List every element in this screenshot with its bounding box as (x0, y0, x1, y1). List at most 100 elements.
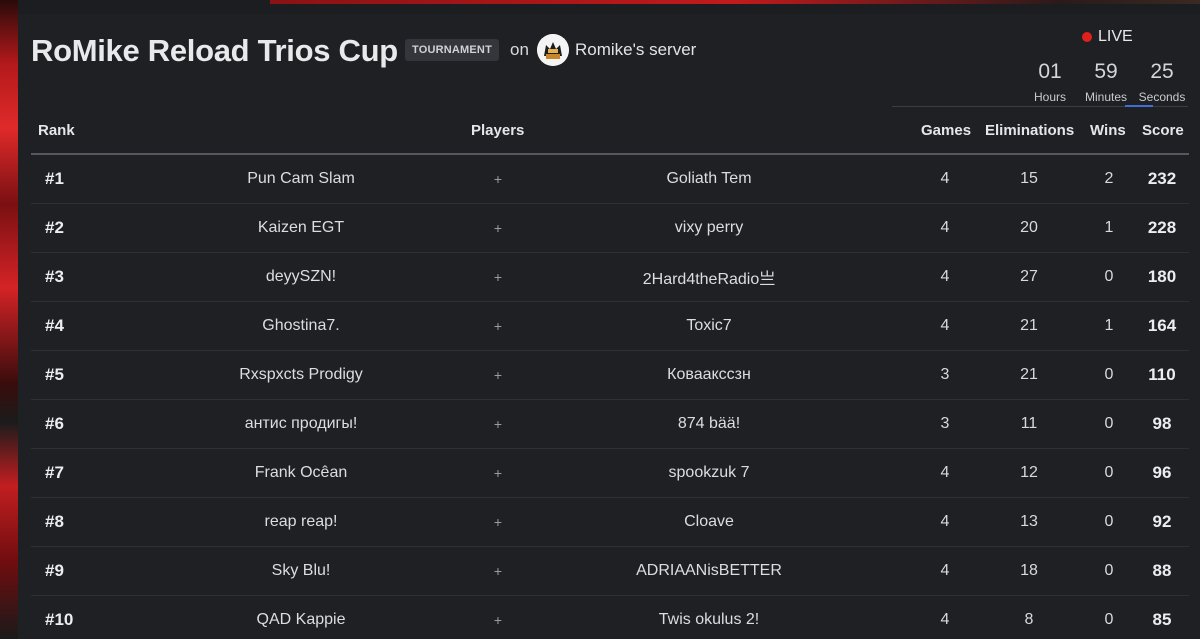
countdown-hours: 01 Hours (1030, 60, 1070, 104)
column-header-rank: Rank (38, 122, 75, 139)
rank-cell: #3 (45, 267, 64, 286)
player-one-name[interactable]: Frank Ocêan (201, 449, 401, 497)
player-one-name[interactable]: Rxspxcts Prodigy (201, 351, 401, 399)
column-header-wins: Wins (1090, 122, 1126, 139)
eliminations-cell: 21 (1020, 317, 1038, 334)
score-cell: 180 (1147, 267, 1177, 286)
player-two-name[interactable]: vixy perry (609, 204, 809, 252)
wins-cell: 0 (1104, 513, 1114, 530)
on-label: on (510, 40, 529, 59)
player-one-name[interactable]: Sky Blu! (201, 547, 401, 595)
games-cell: 4 (940, 317, 950, 334)
player-one-name[interactable]: Pun Cam Slam (201, 155, 401, 203)
table-row[interactable]: #4 Ghostina7. + Toxic7 4 21 1 164 (31, 302, 1189, 351)
player-two-name[interactable]: Toxic7 (609, 302, 809, 350)
rank-cell: #6 (45, 414, 64, 433)
table-row[interactable]: #7 Frank Ocêan + spookzuk 7 4 12 0 96 (31, 449, 1189, 498)
player-two-name[interactable]: Twis okulus 2! (609, 596, 809, 639)
table-row[interactable]: #10 QAD Kappie + Twis okulus 2! 4 8 0 85 (31, 596, 1189, 639)
eliminations-cell: 11 (1020, 415, 1038, 432)
games-cell: 4 (940, 170, 950, 187)
games-cell: 4 (940, 219, 950, 236)
page-title: RoMike Reload Trios Cup (31, 33, 398, 68)
table-row[interactable]: #9 Sky Blu! + ADRIAANisBETTER 4 18 0 88 (31, 547, 1189, 596)
plus-separator: + (493, 514, 503, 530)
wins-cell: 1 (1104, 317, 1114, 334)
background-top-strip (270, 0, 1200, 4)
player-one-name[interactable]: Ghostina7. (201, 302, 401, 350)
countdown-accent (1125, 105, 1153, 107)
server-logo-icon[interactable] (537, 34, 569, 66)
wins-cell: 0 (1104, 415, 1114, 432)
column-header-eliminations: Eliminations (985, 122, 1075, 139)
table-row[interactable]: #1 Pun Cam Slam + Goliath Tem 4 15 2 232 (31, 155, 1189, 204)
wins-cell: 0 (1104, 464, 1114, 481)
games-cell: 3 (940, 366, 950, 383)
player-two-name[interactable]: spookzuk 7 (609, 449, 809, 497)
rank-cell: #10 (45, 610, 74, 629)
column-header-players: Players (471, 122, 525, 139)
eliminations-cell: 18 (1020, 562, 1038, 579)
player-two-name[interactable]: ADRIAANisBETTER (609, 547, 809, 595)
countdown-minutes-label: Minutes (1084, 90, 1128, 104)
table-row[interactable]: #3 deyySZN! +2Hard4theRadio亗 4 27 0 180 (31, 253, 1189, 302)
server-name-link[interactable]: Romike's server (575, 40, 696, 60)
games-cell: 4 (940, 611, 950, 628)
eliminations-cell: 12 (1020, 464, 1038, 481)
plus-separator: + (493, 171, 503, 187)
player-two-name[interactable]: Коваакссзн (609, 351, 809, 399)
rank-cell: #8 (45, 512, 64, 531)
wins-cell: 0 (1104, 268, 1114, 285)
eliminations-cell: 13 (1020, 513, 1038, 530)
wins-cell: 0 (1104, 366, 1114, 383)
score-cell: 228 (1147, 218, 1177, 237)
games-cell: 4 (940, 268, 950, 285)
plus-separator: + (493, 612, 503, 628)
score-cell: 96 (1152, 463, 1172, 482)
countdown-hours-label: Hours (1033, 90, 1066, 104)
countdown-minutes: 59 Minutes (1082, 60, 1130, 104)
countdown-seconds-label: Seconds (1138, 90, 1186, 104)
games-cell: 3 (940, 415, 950, 432)
table-row[interactable]: #6 антис продигы! +874 bää! 3 11 0 98 (31, 400, 1189, 449)
wins-cell: 1 (1104, 219, 1114, 236)
plus-separator: + (493, 563, 503, 579)
player-two-name[interactable]: 2Hard4theRadio亗 (609, 253, 809, 301)
score-cell: 232 (1147, 169, 1177, 188)
score-cell: 164 (1147, 316, 1177, 335)
countdown-minutes-value: 59 (1094, 60, 1118, 83)
player-one-name[interactable]: reap reap! (201, 498, 401, 546)
live-indicator: LIVE (1082, 28, 1133, 46)
score-cell: 110 (1148, 365, 1176, 384)
eliminations-cell: 15 (1020, 170, 1038, 187)
table-row[interactable]: #5 Rxspxcts Prodigy + Коваакссзн 3 21 0 110 (31, 351, 1189, 400)
column-header-score: Score (1142, 122, 1184, 139)
games-cell: 4 (940, 562, 950, 579)
table-row[interactable]: #8 reap reap! + Cloave 4 13 0 92 (31, 498, 1189, 547)
player-two-name[interactable]: 874 bää! (609, 400, 809, 448)
player-one-name[interactable]: deyySZN! (201, 253, 401, 301)
games-cell: 4 (940, 464, 950, 481)
column-header-games: Games (921, 122, 972, 139)
wins-cell: 2 (1104, 170, 1114, 187)
countdown-seconds: 25 Seconds (1138, 60, 1186, 104)
player-one-name[interactable]: антис продигы! (201, 400, 401, 448)
player-two-name[interactable]: Cloave (609, 498, 809, 546)
rank-cell: #2 (45, 218, 64, 237)
score-cell: 88 (1152, 561, 1172, 580)
rank-cell: #1 (45, 169, 64, 188)
rank-cell: #5 (45, 365, 64, 384)
wins-cell: 0 (1104, 611, 1114, 628)
table-row[interactable]: #2 Kaizen EGT + vixy perry 4 20 1 228 (31, 204, 1189, 253)
score-cell: 85 (1152, 610, 1172, 629)
live-dot-icon (1082, 32, 1092, 42)
rank-cell: #7 (45, 463, 64, 482)
player-one-name[interactable]: Kaizen EGT (201, 204, 401, 252)
plus-separator: + (493, 318, 503, 334)
countdown-seconds-value: 25 (1150, 60, 1174, 83)
plus-separator: + (493, 220, 503, 236)
player-one-name[interactable]: QAD Kappie (201, 596, 401, 639)
tournament-badge: TOURNAMENT (405, 39, 499, 61)
score-cell: 92 (1152, 512, 1172, 531)
player-two-name[interactable]: Goliath Tem (609, 155, 809, 203)
